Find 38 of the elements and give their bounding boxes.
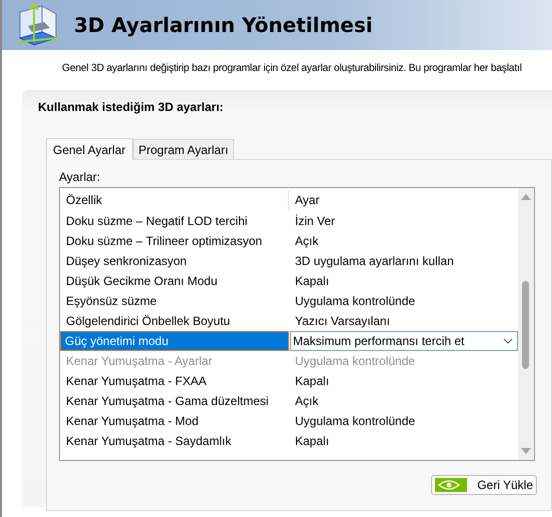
column-header[interactable]: Özellik (60, 190, 289, 210)
scrollbar[interactable] (518, 188, 534, 460)
setting-value: Uygulama kontrolünde (294, 354, 416, 368)
setting-name[interactable]: Kenar Yumuşatma - Mod (60, 414, 289, 428)
setting-name[interactable]: Eşyönsüz süzme (60, 294, 289, 308)
setting-name[interactable]: Doku süzme – Trilineer optimizasyon (60, 234, 289, 248)
section-title: Kullanmak istediğim 3D ayarları: (38, 100, 224, 116)
scroll-down-icon[interactable] (521, 446, 531, 456)
setting-value: İzin Ver (294, 214, 336, 228)
setting-name[interactable]: Kenar Yumuşatma - Gama düzeltmesi (60, 394, 289, 408)
setting-value: Uygulama kontrolünde (294, 414, 416, 428)
page-title: 3D Ayarlarının Yönetilmesi (74, 13, 373, 37)
setting-value: Yazıcı Varsayılanı (294, 314, 391, 328)
setting-name[interactable]: Kenar Yumuşatma - FXAA (60, 374, 289, 388)
setting-name[interactable]: Düşük Gecikme Oranı Modu (60, 274, 289, 288)
description-text: Genel 3D ayarlarını değiştirip bazı programlar için özel ayarlar oluşturabilirsiniz. Bu programlar her başlatıl (62, 63, 522, 74)
setting-value: Kapalı (294, 374, 330, 388)
setting-name[interactable]: Kenar Yumuşatma - Saydamlık (60, 434, 289, 448)
scroll-up-icon[interactable] (521, 192, 531, 202)
setting-name[interactable]: Düşey senkronizasyon (60, 254, 289, 268)
restore-button[interactable]: Geri Yükle (431, 475, 537, 495)
setting-value: Açık (294, 234, 320, 248)
eye-logo-icon (435, 478, 468, 492)
tab[interactable]: Program Ayarları (132, 139, 234, 159)
setting-name[interactable]: Doku süzme – Negatif LOD tercihi (60, 214, 289, 228)
list-label: Ayarlar: (59, 170, 102, 186)
setting-value: 3D uygulama ayarlarını kullan (294, 254, 455, 268)
setting-name[interactable]: Gölgelendirici Önbellek Boyutu (60, 314, 289, 328)
setting-value: Kapalı (294, 434, 330, 448)
setting-name[interactable]: Güç yönetimi modu (60, 331, 289, 351)
value-dropdown[interactable]: Maksimum performansı tercih et (290, 331, 518, 351)
column-header[interactable]: Ayar (289, 193, 518, 207)
setting-value: Açık (294, 394, 320, 408)
setting-value: Kapalı (294, 274, 330, 288)
scroll-thumb[interactable] (522, 281, 529, 369)
setting-value: Uygulama kontrolünde (294, 294, 416, 308)
chevron-icon (503, 338, 513, 344)
tab[interactable]: Genel Ayarlar (46, 138, 132, 160)
